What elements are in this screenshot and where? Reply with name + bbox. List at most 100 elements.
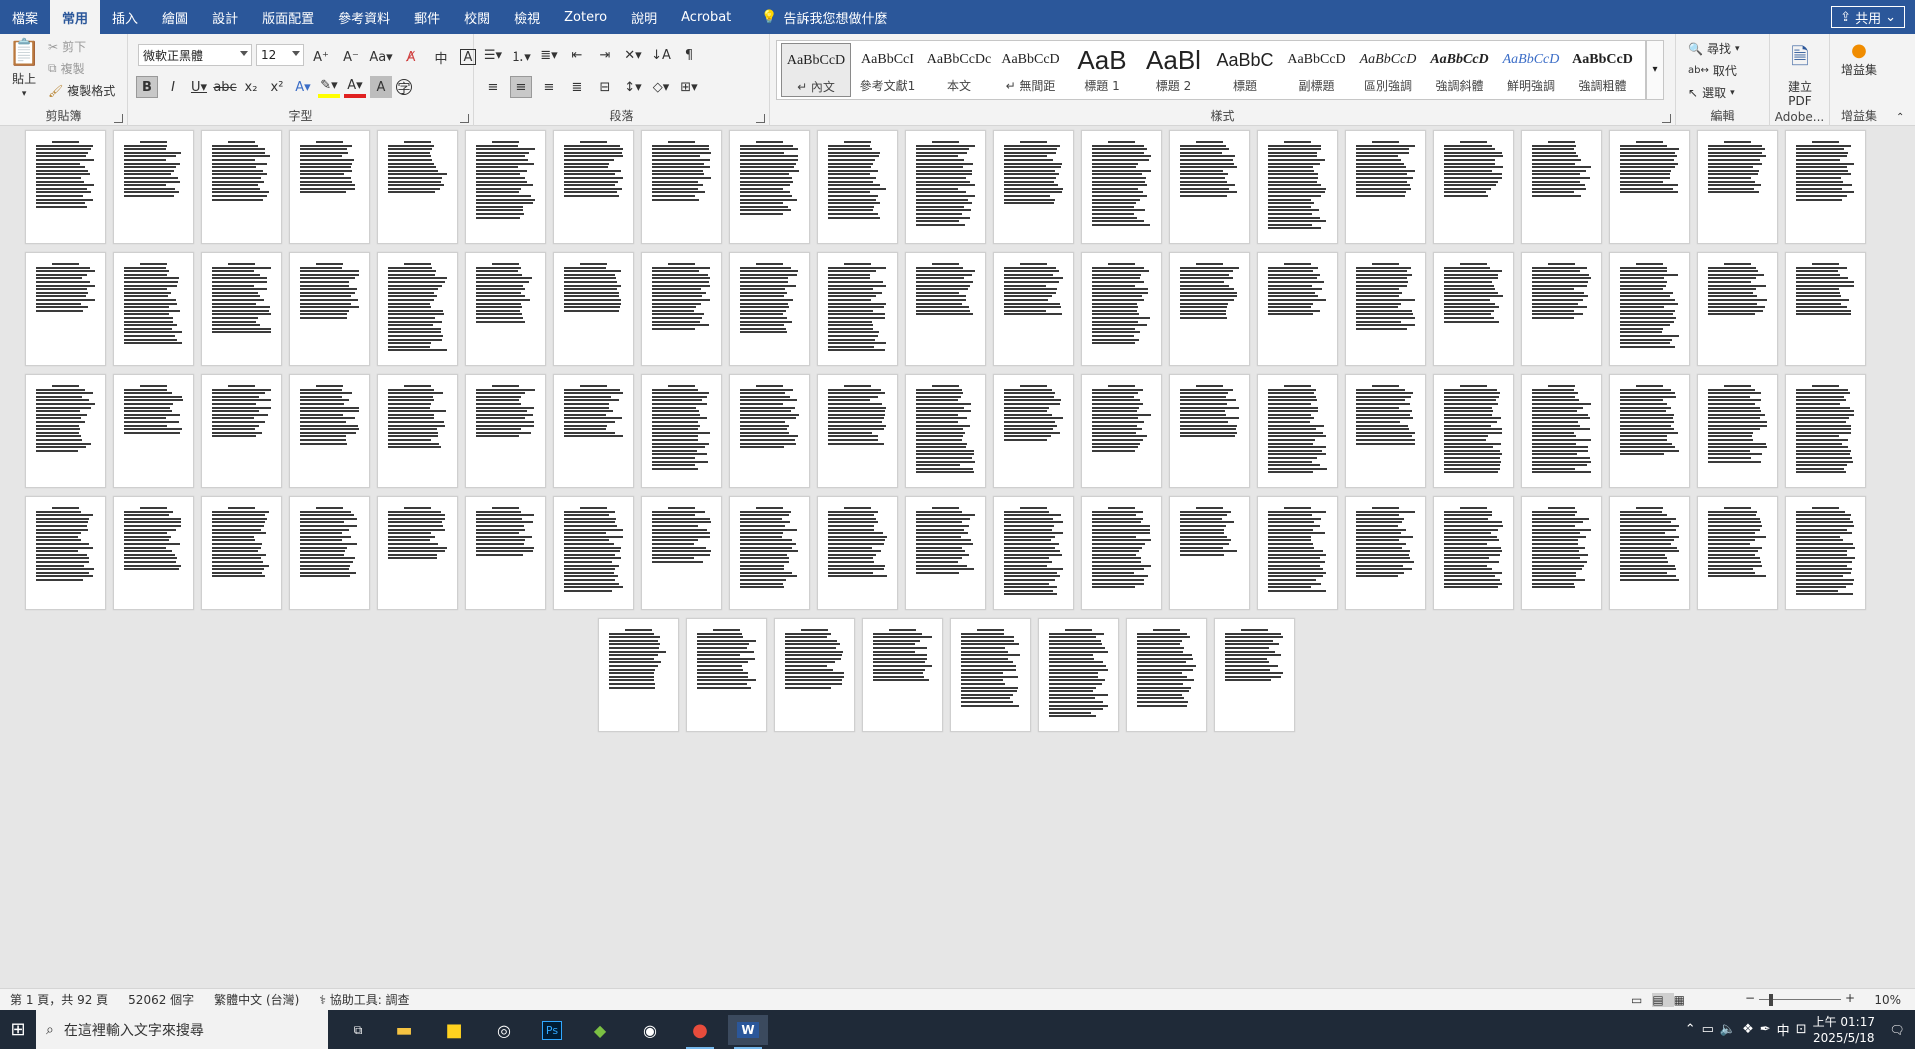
character-shading-icon[interactable]: A bbox=[370, 76, 392, 98]
page-thumbnail[interactable] bbox=[1521, 252, 1602, 366]
underline-icon[interactable]: U▾ bbox=[188, 76, 210, 98]
web-layout-icon[interactable]: ▦ bbox=[1674, 993, 1695, 1007]
sticky-notes-icon[interactable]: ■ bbox=[434, 1015, 474, 1045]
tab-0[interactable]: 檔案 bbox=[0, 0, 50, 34]
shrink-font-icon[interactable]: A⁻ bbox=[340, 46, 362, 68]
page-thumbnail[interactable] bbox=[377, 496, 458, 610]
page-thumbnail[interactable] bbox=[817, 130, 898, 244]
page-thumbnail[interactable] bbox=[817, 252, 898, 366]
multilevel-list-icon[interactable]: ≣▾ bbox=[538, 44, 560, 66]
page-thumbnail[interactable] bbox=[465, 374, 546, 488]
style-item[interactable]: AaBbCcD 強調粗體 bbox=[1568, 43, 1638, 97]
dropbox-icon[interactable]: ❖ bbox=[1742, 1022, 1754, 1037]
page-thumbnail[interactable] bbox=[993, 252, 1074, 366]
page-thumbnail[interactable] bbox=[993, 496, 1074, 610]
page-thumbnail[interactable] bbox=[201, 130, 282, 244]
page-thumbnail[interactable] bbox=[1126, 618, 1207, 732]
page-thumbnail[interactable] bbox=[862, 618, 943, 732]
page-thumbnail[interactable] bbox=[1169, 252, 1250, 366]
page-thumbnail[interactable] bbox=[377, 252, 458, 366]
change-case-icon[interactable]: Aa▾ bbox=[369, 46, 392, 68]
notification-icon[interactable]: 🗨 bbox=[1879, 1015, 1915, 1045]
page-thumbnail[interactable] bbox=[1345, 496, 1426, 610]
font-size-combo[interactable]: 12 bbox=[256, 44, 304, 66]
tab-9[interactable]: 檢視 bbox=[502, 0, 552, 34]
page-thumbnail[interactable] bbox=[1169, 374, 1250, 488]
page-thumbnail[interactable] bbox=[113, 252, 194, 366]
gallery-more-icon[interactable]: ▾ bbox=[1646, 40, 1664, 100]
photoshop-icon[interactable]: Ps bbox=[532, 1015, 572, 1045]
page-thumbnail[interactable] bbox=[905, 252, 986, 366]
page-thumbnail[interactable] bbox=[1785, 374, 1866, 488]
page-thumbnail[interactable] bbox=[1697, 130, 1778, 244]
font-name-combo[interactable]: 微軟正黑體 bbox=[138, 44, 252, 66]
tab-2[interactable]: 插入 bbox=[100, 0, 150, 34]
taskbar-search[interactable]: ⌕ 在這裡輸入文字來搜尋 bbox=[36, 1010, 328, 1049]
copy-button[interactable]: ⧉ 複製 bbox=[48, 60, 85, 77]
phonetic-guide-icon[interactable]: 中 bbox=[430, 46, 452, 68]
page-thumbnail[interactable] bbox=[817, 374, 898, 488]
page-thumbnail[interactable] bbox=[729, 374, 810, 488]
decrease-indent-icon[interactable]: ⇤ bbox=[566, 44, 588, 66]
page-thumbnail[interactable] bbox=[465, 252, 546, 366]
format-painter-button[interactable]: 🖌 複製格式 bbox=[48, 82, 115, 99]
ime-mode-icon[interactable]: ⊡ bbox=[1796, 1022, 1807, 1037]
style-item[interactable]: AaBbCcD 鮮明強調 bbox=[1496, 43, 1566, 97]
page-thumbnail[interactable] bbox=[201, 496, 282, 610]
page-thumbnail[interactable] bbox=[1345, 374, 1426, 488]
pen-icon[interactable]: ✒ bbox=[1760, 1022, 1771, 1037]
enclose-characters-icon[interactable]: 字 bbox=[396, 79, 412, 97]
page-thumbnail[interactable] bbox=[289, 130, 370, 244]
read-mode-icon[interactable]: ▭ bbox=[1631, 993, 1652, 1007]
style-item[interactable]: AaB 標題 1 bbox=[1067, 43, 1137, 97]
align-center-icon[interactable]: ≡ bbox=[510, 76, 532, 98]
tab-4[interactable]: 設計 bbox=[200, 0, 250, 34]
create-pdf-button[interactable]: 🗎 建立 PDF bbox=[1778, 40, 1822, 108]
style-item[interactable]: AaBbCcD 區別強調 bbox=[1353, 43, 1423, 97]
replace-button[interactable]: ab↔ 取代 bbox=[1688, 62, 1737, 79]
page-thumbnail[interactable] bbox=[1521, 496, 1602, 610]
page-thumbnail[interactable] bbox=[113, 130, 194, 244]
page-thumbnail[interactable] bbox=[905, 496, 986, 610]
subscript-icon[interactable]: x₂ bbox=[240, 76, 262, 98]
page-thumbnail[interactable] bbox=[729, 496, 810, 610]
volume-icon[interactable]: 🔈 bbox=[1720, 1022, 1736, 1037]
justify-icon[interactable]: ≣ bbox=[566, 76, 588, 98]
increase-indent-icon[interactable]: ⇥ bbox=[594, 44, 616, 66]
network-icon[interactable]: ▭ bbox=[1702, 1022, 1714, 1037]
tab-5[interactable]: 版面配置 bbox=[250, 0, 326, 34]
strikethrough-icon[interactable]: abc bbox=[213, 76, 236, 98]
page-thumbnail[interactable] bbox=[993, 374, 1074, 488]
style-item[interactable]: AaBbCcI 參考文獻1 bbox=[853, 43, 923, 97]
page-thumbnail[interactable] bbox=[641, 252, 722, 366]
page-thumbnail[interactable] bbox=[377, 374, 458, 488]
line-spacing-icon[interactable]: ↕▾ bbox=[622, 76, 644, 98]
collapse-ribbon-icon[interactable]: ⌃ bbox=[1896, 112, 1904, 123]
distributed-icon[interactable]: ⊟ bbox=[594, 76, 616, 98]
show-marks-icon[interactable]: ¶ bbox=[678, 44, 700, 66]
document-area[interactable] bbox=[0, 126, 1915, 988]
style-item[interactable]: AaBbCcD ↵ 無間距 bbox=[996, 43, 1066, 97]
start-button[interactable]: ⊞ bbox=[0, 1010, 36, 1049]
page-thumbnail[interactable] bbox=[1169, 130, 1250, 244]
page-thumbnail[interactable] bbox=[1609, 252, 1690, 366]
dialog-launcher-icon[interactable] bbox=[1662, 114, 1671, 123]
tab-10[interactable]: Zotero bbox=[552, 0, 619, 34]
tell-me-box[interactable]: 💡 告訴我您想做什麼 bbox=[743, 0, 887, 34]
page-thumbnail[interactable] bbox=[1785, 252, 1866, 366]
tab-7[interactable]: 郵件 bbox=[402, 0, 452, 34]
dialog-launcher-icon[interactable] bbox=[756, 114, 765, 123]
page-thumbnail[interactable] bbox=[1169, 496, 1250, 610]
paste-button[interactable]: 📋 貼上 ▾ bbox=[8, 38, 40, 99]
page-thumbnail[interactable] bbox=[1433, 374, 1514, 488]
page-thumbnail[interactable] bbox=[729, 130, 810, 244]
chrome-icon[interactable]: ● bbox=[680, 1015, 720, 1049]
select-button[interactable]: ↖ 選取 ▾ bbox=[1688, 84, 1735, 101]
maps-app-icon[interactable]: ◆ bbox=[580, 1015, 620, 1045]
page-thumbnail[interactable] bbox=[641, 130, 722, 244]
sort-icon[interactable]: ↓A bbox=[650, 44, 672, 66]
page-thumbnail[interactable] bbox=[905, 374, 986, 488]
page-thumbnail[interactable] bbox=[25, 496, 106, 610]
bold-icon[interactable]: B bbox=[136, 76, 158, 98]
zoom-slider[interactable]: − + bbox=[1745, 991, 1855, 1006]
